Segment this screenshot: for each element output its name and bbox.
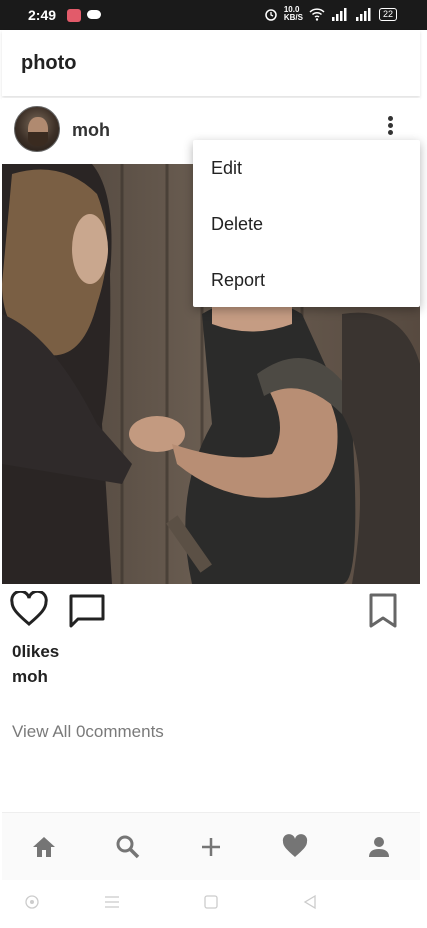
screen-record-icon	[67, 9, 81, 22]
battery-icon: 22	[378, 7, 397, 21]
menu-item-edit[interactable]: Edit	[193, 140, 420, 196]
bottom-navigation	[2, 812, 420, 880]
caption-username[interactable]: moh	[12, 667, 48, 687]
options-menu: Edit Delete Report	[193, 140, 420, 307]
status-icons: 10.0 KB/S 22	[264, 6, 397, 22]
view-all-comments-link[interactable]: View All 0comments	[12, 722, 164, 742]
profile-icon[interactable]	[365, 833, 393, 861]
more-options-icon[interactable]	[385, 114, 395, 138]
assistant-circle-icon[interactable]	[24, 894, 40, 910]
post-username[interactable]: moh	[72, 120, 110, 141]
post-actions	[2, 585, 420, 640]
heart-icon[interactable]	[281, 833, 309, 861]
back-triangle-icon[interactable]	[302, 894, 318, 910]
avatar[interactable]	[14, 106, 60, 152]
add-icon[interactable]	[197, 833, 225, 861]
wifi-icon	[309, 7, 325, 21]
page-title: photo	[21, 52, 77, 74]
signal-icon-2	[355, 7, 371, 21]
like-heart-icon[interactable]	[10, 591, 48, 627]
comment-icon[interactable]	[68, 593, 106, 629]
bookmark-icon[interactable]	[368, 593, 398, 629]
menu-item-delete[interactable]: Delete	[193, 196, 420, 252]
status-bar: 2:49 10.0 KB/S 22	[0, 0, 427, 30]
net-speed: 10.0 KB/S	[283, 5, 303, 22]
menu-item-report[interactable]: Report	[193, 252, 420, 308]
status-time: 2:49	[28, 7, 57, 23]
cloud-icon	[87, 10, 101, 19]
avatar-beard	[28, 132, 48, 146]
home-icon[interactable]	[30, 833, 58, 861]
system-navigation-bar	[0, 880, 427, 928]
signal-icon	[331, 7, 347, 21]
likes-count: 0likes	[12, 642, 60, 661]
alarm-icon	[265, 9, 277, 21]
search-icon[interactable]	[114, 833, 142, 861]
app-bar: photo	[2, 30, 420, 96]
home-square-icon[interactable]	[203, 894, 219, 910]
menu-lines-icon[interactable]	[104, 894, 120, 910]
